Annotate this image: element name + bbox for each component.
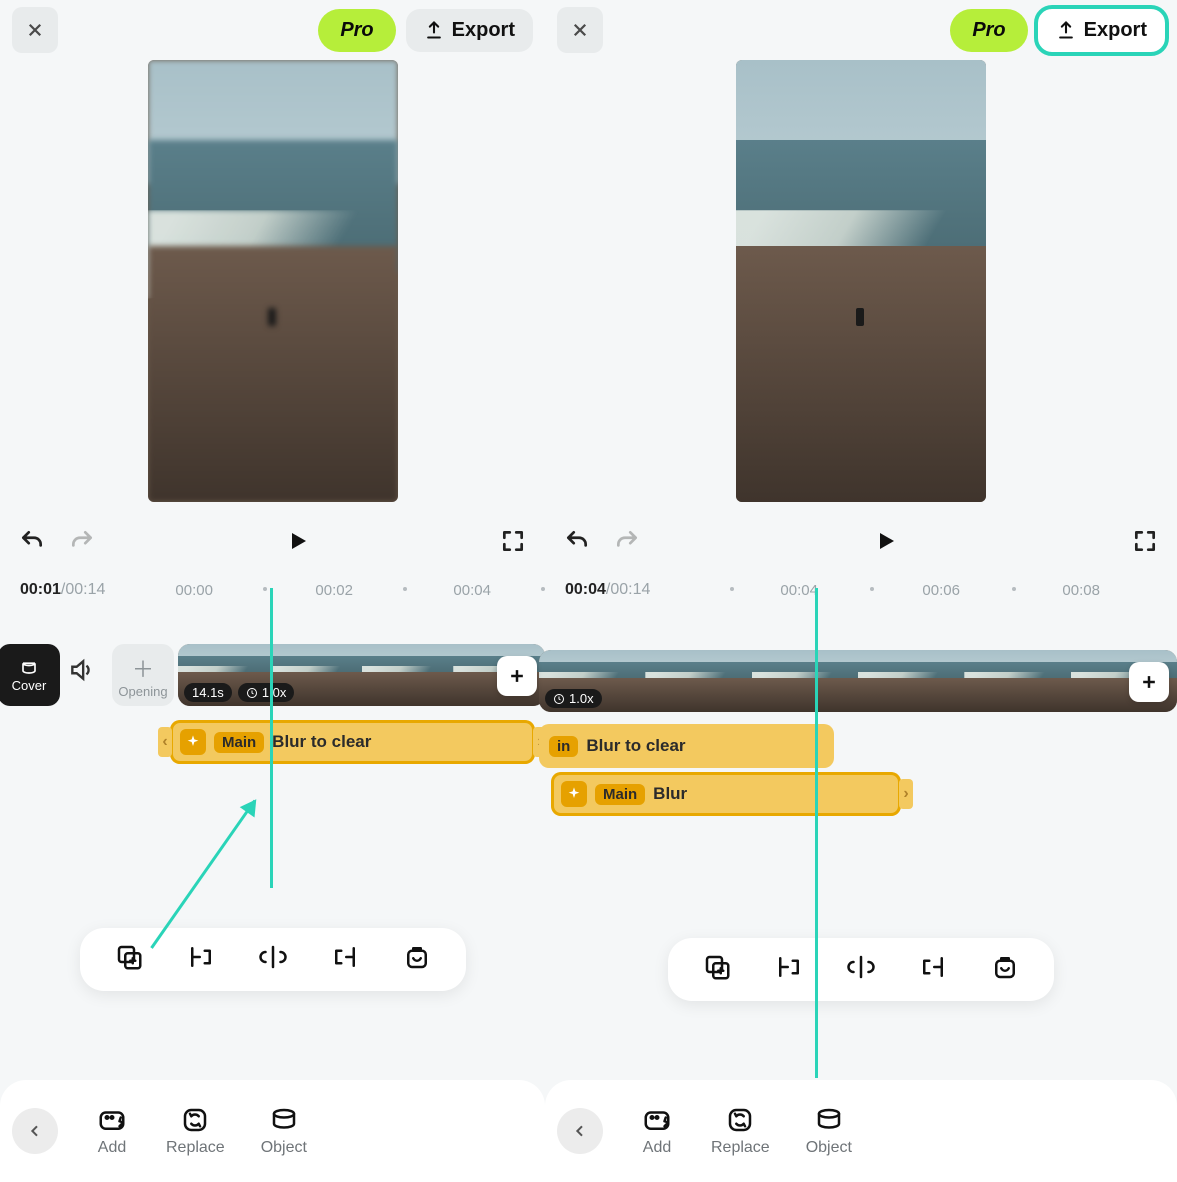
- total-time: /00:14: [606, 581, 650, 599]
- undo-icon[interactable]: [563, 527, 591, 555]
- video-preview[interactable]: [736, 60, 986, 502]
- trim-left-icon[interactable]: [186, 942, 216, 977]
- pro-button[interactable]: Pro: [318, 9, 395, 52]
- speed-badge: 1.0x: [545, 689, 602, 708]
- redo-icon: [613, 527, 641, 555]
- export-button[interactable]: Export: [1038, 9, 1165, 52]
- tick-label: 00:00: [175, 582, 213, 599]
- effect-tag: Main: [595, 784, 645, 805]
- replace-label: Replace: [166, 1139, 225, 1157]
- replace-button[interactable]: Replace: [166, 1105, 225, 1157]
- add-clip-button[interactable]: [1129, 662, 1169, 702]
- close-button[interactable]: [12, 7, 58, 53]
- current-time: 00:04: [565, 581, 606, 599]
- fullscreen-icon[interactable]: [499, 527, 527, 555]
- effect-name: Blur: [653, 784, 687, 804]
- delete-icon[interactable]: [402, 942, 432, 977]
- effect-track-blur[interactable]: Main Blur ›: [551, 772, 901, 816]
- copy-icon[interactable]: [114, 942, 144, 977]
- add-effect-button[interactable]: Add: [94, 1105, 130, 1157]
- trim-right-icon[interactable]: [330, 942, 360, 977]
- edit-tools-bar: [668, 938, 1054, 1001]
- object-button[interactable]: Object: [806, 1105, 852, 1157]
- effect-handle-right[interactable]: ›: [899, 779, 913, 809]
- effect-handle-left[interactable]: ‹: [158, 727, 172, 757]
- cover-button[interactable]: Cover: [0, 644, 60, 706]
- object-label: Object: [806, 1139, 852, 1157]
- split-icon[interactable]: [846, 952, 876, 987]
- effect-tag: Main: [214, 732, 264, 753]
- opening-button[interactable]: ＋ Opening: [112, 644, 174, 706]
- close-button[interactable]: [557, 7, 603, 53]
- object-button[interactable]: Object: [261, 1105, 307, 1157]
- delete-icon[interactable]: [990, 952, 1020, 987]
- undo-icon[interactable]: [18, 527, 46, 555]
- tick-label: 00:08: [1062, 582, 1100, 599]
- play-button[interactable]: [872, 527, 900, 555]
- time-ruler[interactable]: 00:04/00:14 00:04 00:06 00:08: [545, 572, 1177, 608]
- video-preview[interactable]: [148, 60, 398, 502]
- add-label: Add: [643, 1139, 671, 1157]
- annotation-arrow: [150, 800, 256, 949]
- edit-tools-bar: [80, 928, 466, 991]
- video-clip[interactable]: 14.1s 1.0x: [178, 644, 545, 706]
- add-clip-button[interactable]: [497, 656, 537, 696]
- effect-track-blur-to-clear[interactable]: ‹ Main Blur to clear ›: [170, 720, 535, 764]
- trim-left-icon[interactable]: [774, 952, 804, 987]
- export-label: Export: [1084, 19, 1147, 42]
- opening-label: Opening: [118, 684, 167, 699]
- replace-label: Replace: [711, 1139, 770, 1157]
- duration-badge: 14.1s: [184, 683, 232, 702]
- speed-badge: 1.0x: [238, 683, 295, 702]
- tick-label: 00:04: [780, 582, 818, 599]
- playhead[interactable]: [270, 588, 273, 888]
- split-icon[interactable]: [258, 942, 288, 977]
- effect-track-blur-to-clear[interactable]: in Blur to clear: [539, 724, 834, 768]
- export-button[interactable]: Export: [406, 9, 533, 52]
- sparkle-icon: [180, 729, 206, 755]
- back-button[interactable]: [557, 1108, 603, 1154]
- tick-label: 00:06: [922, 582, 960, 599]
- sparkle-icon: [561, 781, 587, 807]
- play-button[interactable]: [284, 527, 312, 555]
- copy-icon[interactable]: [702, 952, 732, 987]
- total-time: /00:14: [61, 581, 105, 599]
- sound-button[interactable]: [68, 657, 104, 693]
- effect-name: Blur to clear: [586, 736, 685, 756]
- current-time: 00:01: [20, 581, 61, 599]
- redo-icon: [68, 527, 96, 555]
- fullscreen-icon[interactable]: [1131, 527, 1159, 555]
- cover-label: Cover: [12, 678, 47, 693]
- tick-label: 00:04: [453, 582, 491, 599]
- add-label: Add: [98, 1139, 126, 1157]
- effect-name: Blur to clear: [272, 732, 371, 752]
- playhead[interactable]: [815, 588, 818, 1078]
- export-label: Export: [452, 19, 515, 42]
- back-button[interactable]: [12, 1108, 58, 1154]
- tick-label: 00:02: [315, 582, 353, 599]
- trim-right-icon[interactable]: [918, 952, 948, 987]
- pro-button[interactable]: Pro: [950, 9, 1027, 52]
- add-effect-button[interactable]: Add: [639, 1105, 675, 1157]
- video-clip[interactable]: 1.0x: [539, 650, 1177, 712]
- effect-tag: in: [549, 736, 578, 757]
- replace-button[interactable]: Replace: [711, 1105, 770, 1157]
- object-label: Object: [261, 1139, 307, 1157]
